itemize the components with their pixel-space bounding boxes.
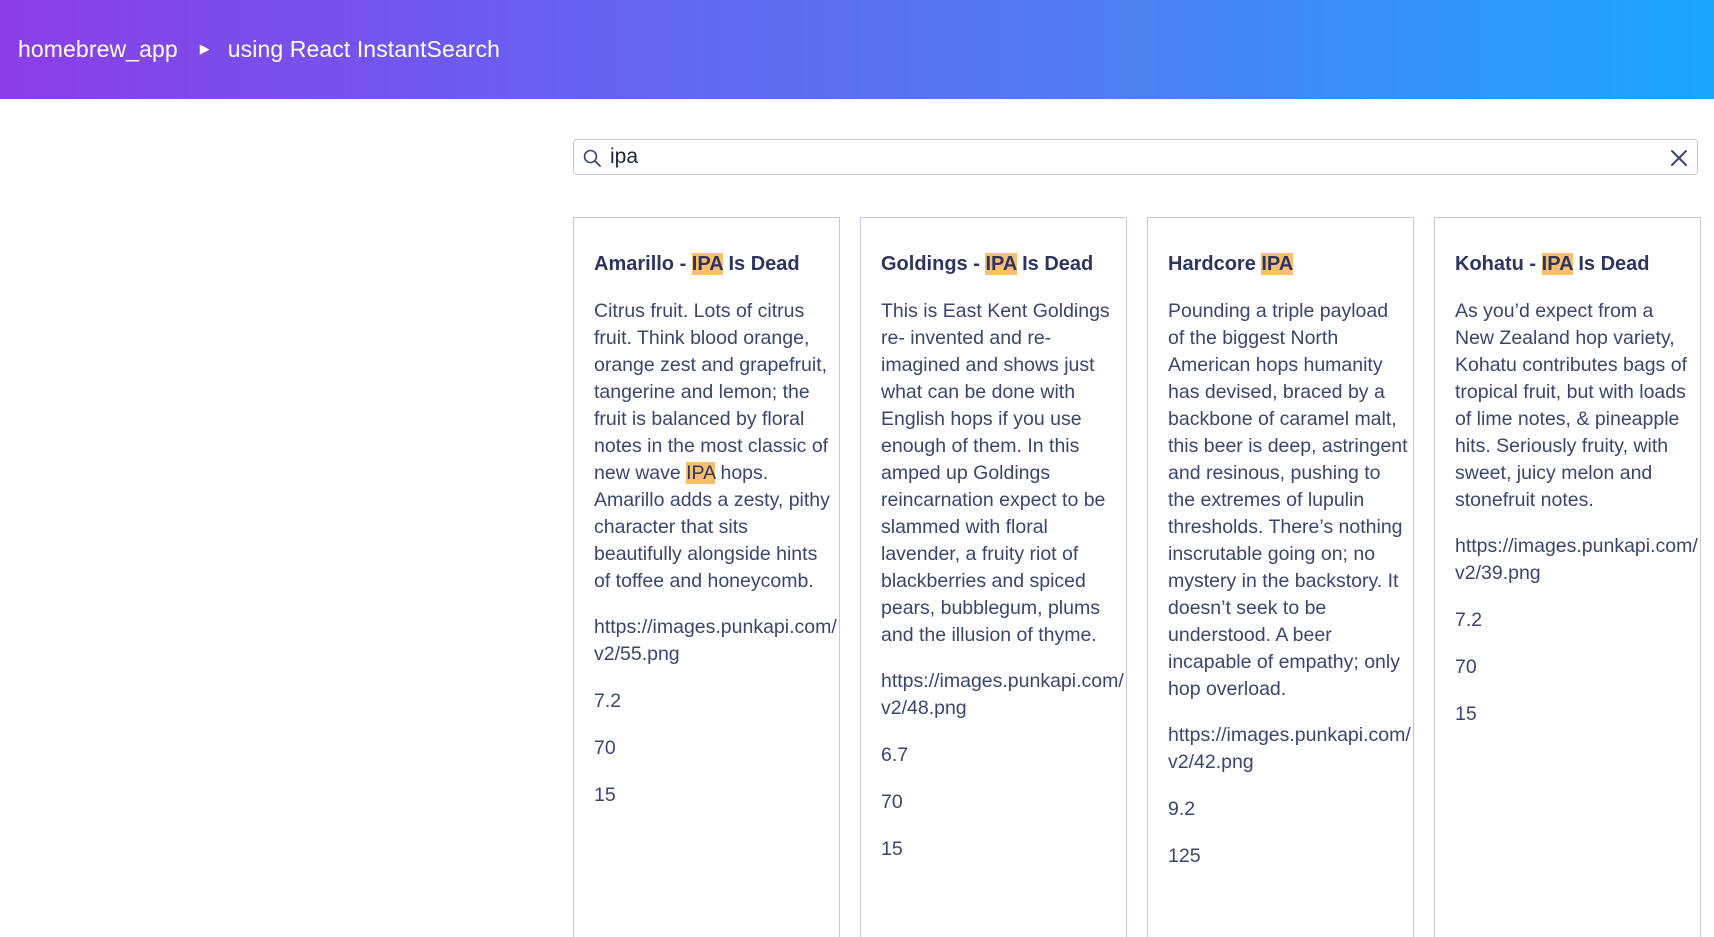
hit-ebc: 15 (1455, 703, 1477, 725)
hit-ebc: 15 (881, 838, 903, 860)
app-header: homebrew_app ▶ using React InstantSearch (0, 0, 1714, 99)
hit-image-url: https://images.punkapi.com/v2/48.png (881, 670, 1124, 719)
search-icon (582, 148, 602, 168)
hit-card[interactable]: Goldings - IPA Is Dead This is East Kent… (860, 217, 1127, 937)
hit-title-highlight: IPA (1261, 253, 1294, 275)
hit-title-pre: Amarillo - (594, 253, 692, 275)
hit-desc-pre: Citrus fruit. Lots of citrus fruit. Thin… (594, 300, 829, 484)
hit-desc-pre: Pounding a triple payload of the biggest… (1168, 300, 1408, 700)
hit-desc-pre: This is East Kent Goldings re- invented … (881, 300, 1110, 646)
hit-image-url: https://images.punkapi.com/v2/55.png (594, 616, 837, 665)
hit-title-post: Is Dead (722, 253, 800, 275)
breadcrumb-app[interactable]: homebrew_app (18, 36, 178, 63)
hit-desc-highlight: IPA (686, 462, 716, 484)
hit-title-highlight: IPA (1541, 253, 1573, 275)
hit-ibu: 70 (594, 737, 616, 759)
hit-card[interactable]: Kohatu - IPA Is Dead As you’d expect fro… (1434, 217, 1701, 937)
close-icon[interactable] (1669, 148, 1689, 168)
search-results: Amarillo - IPA Is Dead Citrus fruit. Lot… (573, 217, 1714, 937)
hit-card[interactable]: Hardcore IPA Pounding a triple payload o… (1147, 217, 1414, 937)
hit-desc-pre: As you’d expect from a New Zealand hop v… (1455, 300, 1687, 511)
hit-abv: 7.2 (1455, 609, 1483, 631)
hit-ebc: 15 (594, 784, 616, 806)
hit-description: As you’d expect from a New Zealand hop v… (1455, 298, 1695, 514)
breadcrumb-page: using React InstantSearch (227, 36, 501, 62)
hit-ibu: 70 (1455, 656, 1477, 678)
hit-title[interactable]: Goldings - IPA Is Dead (881, 250, 1126, 278)
hit-title[interactable]: Amarillo - IPA Is Dead (594, 250, 839, 278)
hit-image-url: https://images.punkapi.com/v2/39.png (1455, 535, 1698, 584)
hit-title-highlight: IPA (985, 253, 1017, 275)
hit-title-pre: Hardcore (1168, 253, 1262, 275)
hit-description: This is East Kent Goldings re- invented … (881, 298, 1121, 649)
breadcrumb-separator-icon: ▶ (199, 40, 210, 56)
hit-abv: 9.2 (1168, 798, 1196, 820)
hit-title[interactable]: Kohatu - IPA Is Dead (1455, 250, 1700, 278)
hit-title-pre: Kohatu - (1455, 253, 1542, 275)
hit-image-url: https://images.punkapi.com/v2/42.png (1168, 724, 1411, 773)
hit-abv: 6.7 (881, 744, 909, 766)
hit-ibu: 70 (881, 791, 903, 813)
hit-title-highlight: IPA (691, 253, 723, 275)
hit-title-post: Is Dead (1016, 253, 1094, 275)
search-box (573, 139, 1698, 175)
search-input[interactable] (608, 142, 1650, 172)
hit-title-post: Is Dead (1572, 253, 1650, 275)
hit-abv: 7.2 (594, 690, 622, 712)
hit-description: Pounding a triple payload of the biggest… (1168, 298, 1408, 703)
hit-title-pre: Goldings - (881, 253, 986, 275)
hit-ibu: 125 (1168, 845, 1201, 867)
hit-card[interactable]: Amarillo - IPA Is Dead Citrus fruit. Lot… (573, 217, 840, 937)
hit-title[interactable]: Hardcore IPA (1168, 250, 1413, 278)
hit-description: Citrus fruit. Lots of citrus fruit. Thin… (594, 298, 834, 595)
